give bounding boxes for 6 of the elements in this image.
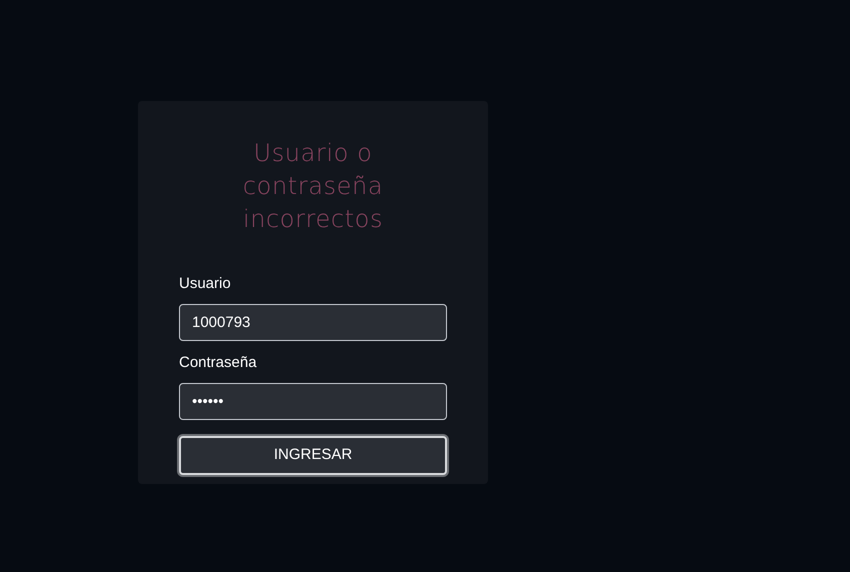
field-label: Usuario xyxy=(179,274,232,294)
input-field[interactable]: •••••• xyxy=(179,383,447,420)
error-message: Usuario o contraseña incorrectos xyxy=(242,138,384,235)
field-label: Contraseña xyxy=(179,353,258,373)
submit-button[interactable]: INGRESAR xyxy=(179,436,447,475)
input-field[interactable]: 1000793 xyxy=(179,304,447,341)
